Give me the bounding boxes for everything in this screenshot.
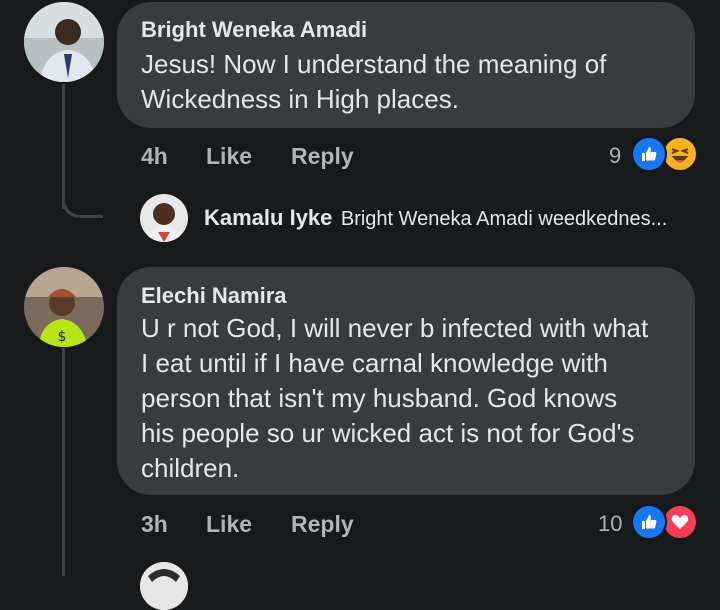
avatar[interactable]: $	[24, 267, 104, 347]
haha-icon[interactable]	[662, 136, 698, 172]
comment-time[interactable]: 4h	[141, 143, 168, 170]
svg-text:$: $	[58, 329, 67, 345]
like-button[interactable]: Like	[206, 143, 252, 170]
reply-button[interactable]: Reply	[291, 143, 354, 170]
like-icon[interactable]	[631, 136, 667, 172]
reaction-count[interactable]: 9	[609, 143, 621, 169]
comment-author[interactable]: Bright Weneka Amadi	[141, 17, 367, 43]
comment-text-line: person that isn't my husband. God knows	[141, 383, 618, 413]
reply-button[interactable]: Reply	[291, 511, 354, 538]
avatar[interactable]	[140, 194, 188, 242]
reaction-count[interactable]: 10	[598, 511, 622, 537]
thread-line	[62, 348, 65, 576]
comment-text-line: children.	[141, 453, 240, 483]
comment-text-line: I eat until if I have carnal knowledge w…	[141, 348, 608, 378]
love-icon[interactable]	[662, 504, 698, 540]
comment-text-line: his people so ur wicked act is not for G…	[141, 418, 635, 448]
like-icon[interactable]	[631, 504, 667, 540]
like-button[interactable]: Like	[206, 511, 252, 538]
comment-author[interactable]: Elechi Namira	[141, 283, 287, 309]
comment-text-line: U r not God, I will never b infected wit…	[141, 313, 649, 343]
reply-preview[interactable]: Kamalu Iyke Bright Weneka Amadi weedkedn…	[204, 205, 667, 231]
reply-author[interactable]: Kamalu Iyke	[204, 205, 332, 230]
reply-snippet: Bright Weneka Amadi weedkednes...	[340, 208, 668, 230]
thread-elbow	[62, 180, 103, 218]
comment-time[interactable]: 3h	[141, 511, 168, 538]
avatar[interactable]	[140, 562, 188, 610]
comment-text-line: Wickedness in High places.	[141, 84, 459, 114]
avatar[interactable]	[24, 2, 104, 82]
comment-text-line: Jesus! Now I understand the meaning of	[141, 49, 607, 79]
